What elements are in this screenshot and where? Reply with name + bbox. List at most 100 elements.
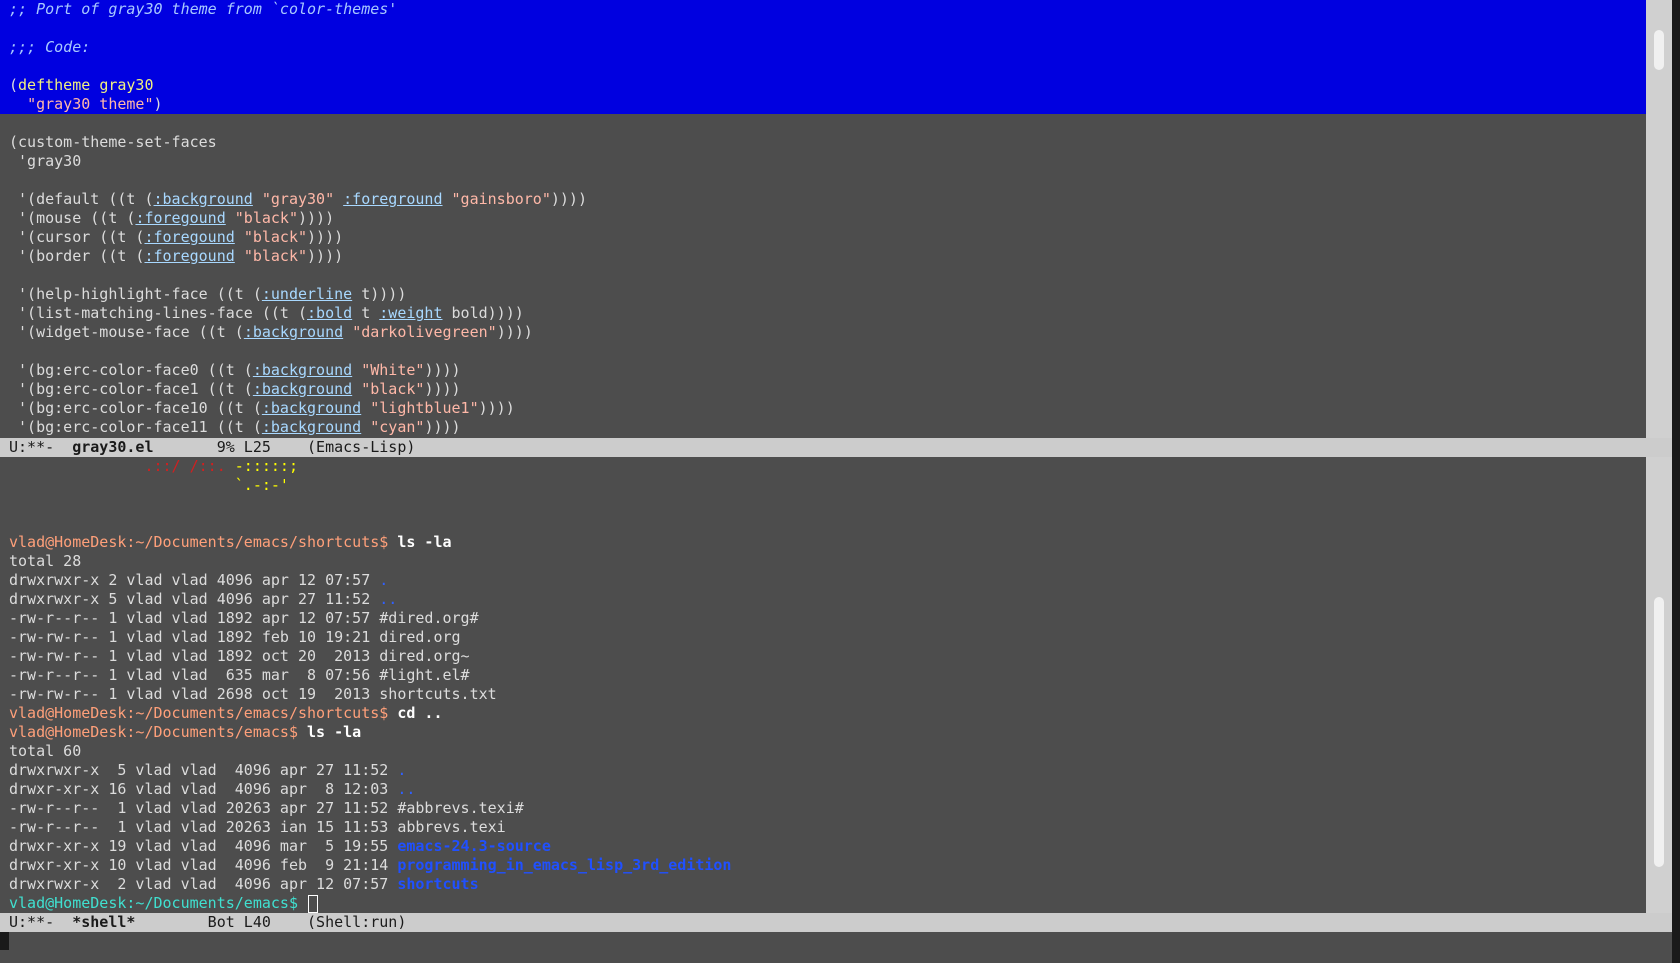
editor-text: '(widget-mouse-face ((t ( [9, 323, 244, 341]
editor-window-gray30[interactable]: ;; Port of gray30 theme from `color-them… [0, 0, 1646, 438]
editor-line: ;; Port of gray30 theme from `color-them… [0, 0, 1646, 19]
editor-scrollbar[interactable] [1646, 0, 1672, 438]
editor-text: t [352, 304, 380, 322]
editor-text [361, 399, 370, 417]
editor-text[interactable]: :foregound [144, 228, 234, 246]
shell-line: drwxrwxr-x 2 vlad vlad 4096 apr 12 07:57… [0, 571, 1646, 590]
editor-text: "black" [234, 209, 298, 227]
editor-text[interactable]: :background [253, 380, 352, 398]
editor-text: (custom-theme-set-faces [9, 133, 217, 151]
shell-line: -rw-rw-r-- 1 vlad vlad 2698 oct 19 2013 … [0, 685, 1646, 704]
editor-line: '(help-highlight-face ((t (:underline t)… [0, 285, 1646, 304]
shell-line: -rw-rw-r-- 1 vlad vlad 1892 oct 20 2013 … [0, 647, 1646, 666]
shell-text: -rw-rw-r-- 1 vlad vlad 1892 oct 20 2013 … [9, 647, 470, 665]
editor-line: '(bg:erc-color-face0 ((t (:background "W… [0, 361, 1646, 380]
shell-text: vlad@HomeDesk:~/Documents/emacs/shortcut… [9, 704, 398, 722]
editor-text: "White" [361, 361, 425, 379]
shell-line: drwxrwxr-x 5 vlad vlad 4096 apr 27 11:52… [0, 590, 1646, 609]
mode-line-buffer-name[interactable]: *shell* [72, 913, 135, 931]
editor-text[interactable]: :foregound [144, 247, 234, 265]
shell-line: vlad@HomeDesk:~/Documents/emacs/shortcut… [0, 704, 1646, 723]
editor-text[interactable]: :underline [262, 285, 352, 303]
shell-text: drwxrwxr-x 2 vlad vlad 4096 apr 12 07:57 [9, 571, 380, 589]
editor-text [235, 247, 244, 265]
editor-text [253, 190, 262, 208]
editor-text: '(bg:erc-color-face11 ((t ( [9, 418, 262, 436]
shell-text: drwxrwxr-x 5 vlad vlad 4096 apr 27 11:52 [9, 590, 380, 608]
editor-text: "lightblue1" [370, 399, 479, 417]
mode-line-major-mode[interactable]: (Shell:run) [307, 913, 406, 931]
editor-line: '(default ((t (:background "gray30" :for… [0, 190, 1646, 209]
editor-text: ( [9, 76, 19, 94]
shell-text: -rw-r--r-- 1 vlad vlad 20263 apr 27 11:5… [9, 799, 524, 817]
shell-scrollbar[interactable] [1646, 457, 1672, 913]
shell-text [9, 476, 235, 494]
mode-line-buffer-name[interactable]: gray30.el [72, 438, 153, 456]
editor-line: "gray30 theme") [0, 95, 1646, 114]
shell-scrollbar-thumb[interactable] [1654, 597, 1664, 867]
shell-window[interactable]: .::/ /::. -:::::; `.-:-' vlad@HomeDesk:~/… [0, 457, 1646, 913]
editor-text[interactable]: :background [262, 418, 361, 436]
editor-text: )))) [307, 247, 344, 265]
editor-text: )))) [478, 399, 515, 417]
shell-text[interactable]: emacs-24.3-source [397, 837, 551, 855]
right-frame-border [1672, 0, 1680, 963]
shell-text[interactable]: . [379, 571, 388, 589]
editor-line: '(widget-mouse-face ((t (:background "da… [0, 323, 1646, 342]
shell-text[interactable]: .. [397, 780, 415, 798]
editor-text: 'gray30 [9, 152, 82, 170]
editor-line: '(border ((t (:foregound "black")))) [0, 247, 1646, 266]
editor-text[interactable]: :foreground [343, 190, 442, 208]
shell-current-prompt-line[interactable]: vlad@HomeDesk:~/Documents/emacs$ [0, 894, 1646, 913]
shell-text[interactable]: programming_in_emacs_lisp_3rd_edition [397, 856, 731, 874]
editor-scrollbar-thumb[interactable] [1654, 30, 1664, 70]
shell-text[interactable]: .. [379, 590, 397, 608]
shell-line: -rw-r--r-- 1 vlad vlad 20263 ian 15 11:5… [0, 818, 1646, 837]
editor-text[interactable]: :foregound [135, 209, 225, 227]
editor-line: '(bg:erc-color-face1 ((t (:background "b… [0, 380, 1646, 399]
editor-text [235, 228, 244, 246]
editor-text: '(list-matching-lines-face ((t ( [9, 304, 308, 322]
editor-text: )))) [307, 228, 344, 246]
editor-text[interactable]: :background [262, 399, 361, 417]
editor-text [352, 361, 361, 379]
shell-text: drwxr-xr-x 19 vlad vlad 4096 mar 5 19:55 [9, 837, 398, 855]
shell-line: drwxr-xr-x 16 vlad vlad 4096 apr 8 12:03… [0, 780, 1646, 799]
editor-text[interactable]: :bold [307, 304, 352, 322]
shell-line: -rw-rw-r-- 1 vlad vlad 1892 feb 10 19:21… [0, 628, 1646, 647]
shell-text: drwxr-xr-x 16 vlad vlad 4096 apr 8 12:03 [9, 780, 398, 798]
shell-line: vlad@HomeDesk:~/Documents/emacs$ ls -la [0, 723, 1646, 742]
editor-text [343, 323, 352, 341]
shell-line: .::/ /::. -:::::; [0, 457, 1646, 476]
shell-line: total 60 [0, 742, 1646, 761]
shell-text: -rw-rw-r-- 1 vlad vlad 2698 oct 19 2013 … [9, 685, 497, 703]
editor-text[interactable]: :background [253, 361, 352, 379]
editor-text: '(mouse ((t ( [9, 209, 136, 227]
editor-line: ;;; Code: [0, 38, 1646, 57]
editor-text: '(bg:erc-color-face10 ((t ( [9, 399, 262, 417]
mode-line-editor: U:**- gray30.el 9% L25 (Emacs-Lisp) [0, 438, 1672, 457]
editor-text[interactable]: :background [154, 190, 253, 208]
editor-text [361, 418, 370, 436]
editor-line: '(list-matching-lines-face ((t (:bold t … [0, 304, 1646, 323]
shell-text: vlad@HomeDesk:~/Documents/emacs/shortcut… [9, 533, 398, 551]
editor-text: ) [153, 95, 163, 113]
shell-line: drwxr-xr-x 10 vlad vlad 4096 feb 9 21:14… [0, 856, 1646, 875]
minibuffer[interactable] [0, 932, 1680, 963]
shell-line: -rw-r--r-- 1 vlad vlad 635 mar 8 07:56 #… [0, 666, 1646, 685]
editor-text[interactable]: :weight [379, 304, 442, 322]
shell-text[interactable]: . [397, 761, 406, 779]
editor-text[interactable]: :background [244, 323, 343, 341]
editor-text: deftheme [18, 76, 91, 94]
editor-text: "cyan" [370, 418, 425, 436]
shell-text[interactable]: shortcuts [397, 875, 478, 893]
editor-text: "black" [361, 380, 425, 398]
mode-line-major-mode[interactable]: (Emacs-Lisp) [307, 438, 415, 456]
shell-text: -rw-r--r-- 1 vlad vlad 20263 ian 15 11:5… [9, 818, 506, 836]
